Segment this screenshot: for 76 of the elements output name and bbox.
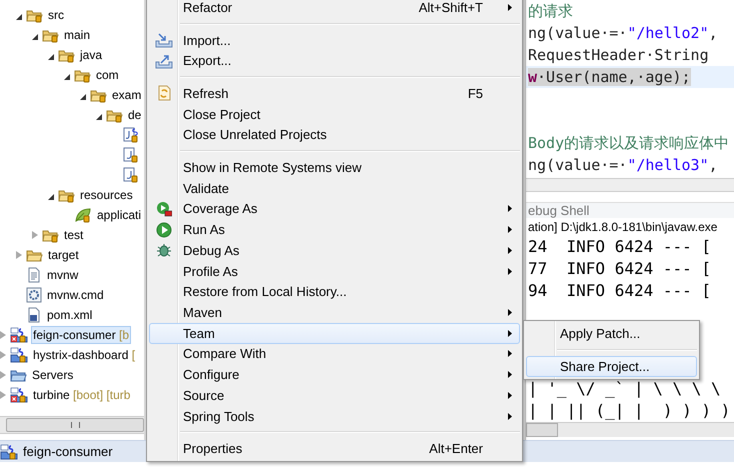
- console-line: 94 INFO 6424 --- [: [527, 280, 712, 302]
- tree-item[interactable]: resources: [78, 186, 135, 204]
- refresh-icon: [156, 85, 172, 102]
- menu-item[interactable]: Refresh F5: [149, 83, 520, 104]
- menu-item[interactable]: Show in Remote Systems view: [149, 157, 520, 178]
- menu-item[interactable]: Restore from Local History...: [149, 281, 520, 302]
- code-editor[interactable]: 的请求 ng(value·=·"/hello2", RequestHeader·String w·User(name,·age); Body的请求以及请求响应体中 ng(value·=·"/hello3",: [526, 0, 734, 178]
- export-icon: [155, 52, 173, 69]
- menu-item[interactable]: Debug As: [149, 240, 520, 261]
- scrollbar[interactable]: [0, 416, 144, 434]
- menu-item[interactable]: Share Project...: [526, 356, 697, 377]
- tree-item[interactable]: com: [94, 66, 121, 84]
- tree-item[interactable]: Servers: [30, 366, 76, 384]
- menu-item[interactable]: Coverage As: [149, 198, 520, 220]
- menu-item[interactable]: Export...: [149, 50, 520, 72]
- code-line: ng(value·=·"/hello3",: [528, 156, 718, 174]
- menu-item[interactable]: Import...: [149, 30, 520, 50]
- tree-item[interactable]: turbine [boot] [turb: [31, 386, 132, 404]
- maven-file-icon: [26, 307, 42, 323]
- run-icon: [156, 222, 172, 238]
- tree-item[interactable]: exam: [110, 86, 144, 104]
- menu-item[interactable]: Properties Alt+Enter: [149, 438, 520, 460]
- menu-item[interactable]: Close Project: [149, 104, 520, 125]
- menu-item[interactable]: Close Unrelated Projects: [149, 124, 520, 146]
- tree-item[interactable]: feign-consumer [b: [31, 326, 132, 344]
- menu-item[interactable]: Configure: [149, 364, 520, 385]
- status-text: feign-consumer: [23, 444, 113, 459]
- menu-item[interactable]: Profile As: [149, 260, 520, 282]
- scrollbar[interactable]: [526, 422, 734, 437]
- menu-item[interactable]: Compare With: [149, 344, 520, 364]
- menu-item[interactable]: Source: [149, 384, 520, 406]
- menu-item[interactable]: Refactor Alt+Shift+T: [149, 0, 520, 18]
- code-line: 的请求: [528, 2, 573, 20]
- java-file-icon: [122, 167, 138, 183]
- code-line: ng(value·=·"/hello2",: [528, 24, 718, 42]
- project-error-icon: [10, 327, 28, 343]
- project-icon: [10, 347, 28, 363]
- menu-item[interactable]: Apply Patch...: [526, 323, 697, 344]
- console-path: ation] D:\jdk1.8.0-181\bin\javaw.exe: [527, 219, 718, 236]
- grip-icon: [70, 422, 80, 428]
- tree-item[interactable]: hystrix-dashboard [: [31, 346, 138, 364]
- tree-item[interactable]: test: [62, 226, 86, 244]
- shortcut-text: F5: [468, 86, 483, 101]
- project-icon: [0, 444, 18, 460]
- import-icon: [155, 32, 173, 48]
- coverage-icon: [156, 200, 172, 217]
- java-file-icon: [122, 147, 138, 163]
- code-line: RequestHeader·String: [528, 46, 709, 64]
- tree-item[interactable]: mvnw.cmd: [45, 286, 106, 304]
- spring-java-file-icon: [122, 127, 138, 143]
- leaf-file-icon: [74, 207, 92, 223]
- menu-item[interactable]: Maven: [149, 302, 520, 323]
- tree-item[interactable]: mvnw: [45, 266, 80, 284]
- banner-line: | | || (_| | ) ) ) ): [527, 400, 732, 422]
- code-line: Body的请求以及请求响应体中: [528, 134, 730, 152]
- tree-item[interactable]: target: [46, 246, 81, 264]
- menu-item[interactable]: Run As: [149, 219, 520, 240]
- tree-item[interactable]: java: [78, 46, 104, 64]
- text-file-icon: [26, 267, 42, 283]
- project-error-icon: [10, 387, 28, 403]
- tree-item[interactable]: de: [126, 106, 144, 124]
- tree-item[interactable]: pom.xml: [45, 306, 94, 324]
- menu-item[interactable]: Team: [149, 322, 520, 344]
- tree-item[interactable]: applicati: [95, 206, 144, 224]
- menu-item[interactable]: Validate: [149, 178, 520, 199]
- banner-line: | '_ \/ _` | \ \ \ \: [527, 378, 722, 400]
- tree-item[interactable]: main: [62, 26, 92, 44]
- shortcut-text: Alt+Enter: [429, 441, 483, 456]
- shortcut-text: Alt+Shift+T: [418, 0, 483, 15]
- bug-icon: [156, 242, 172, 258]
- scrollbar[interactable]: [526, 178, 734, 192]
- menu-item[interactable]: Spring Tools: [149, 406, 520, 426]
- console-line: 77 INFO 6424 --- [: [527, 258, 712, 280]
- gear-file-icon: [26, 287, 42, 303]
- tree-item[interactable]: src: [46, 6, 66, 24]
- console-line: 24 INFO 6424 --- [: [527, 236, 712, 258]
